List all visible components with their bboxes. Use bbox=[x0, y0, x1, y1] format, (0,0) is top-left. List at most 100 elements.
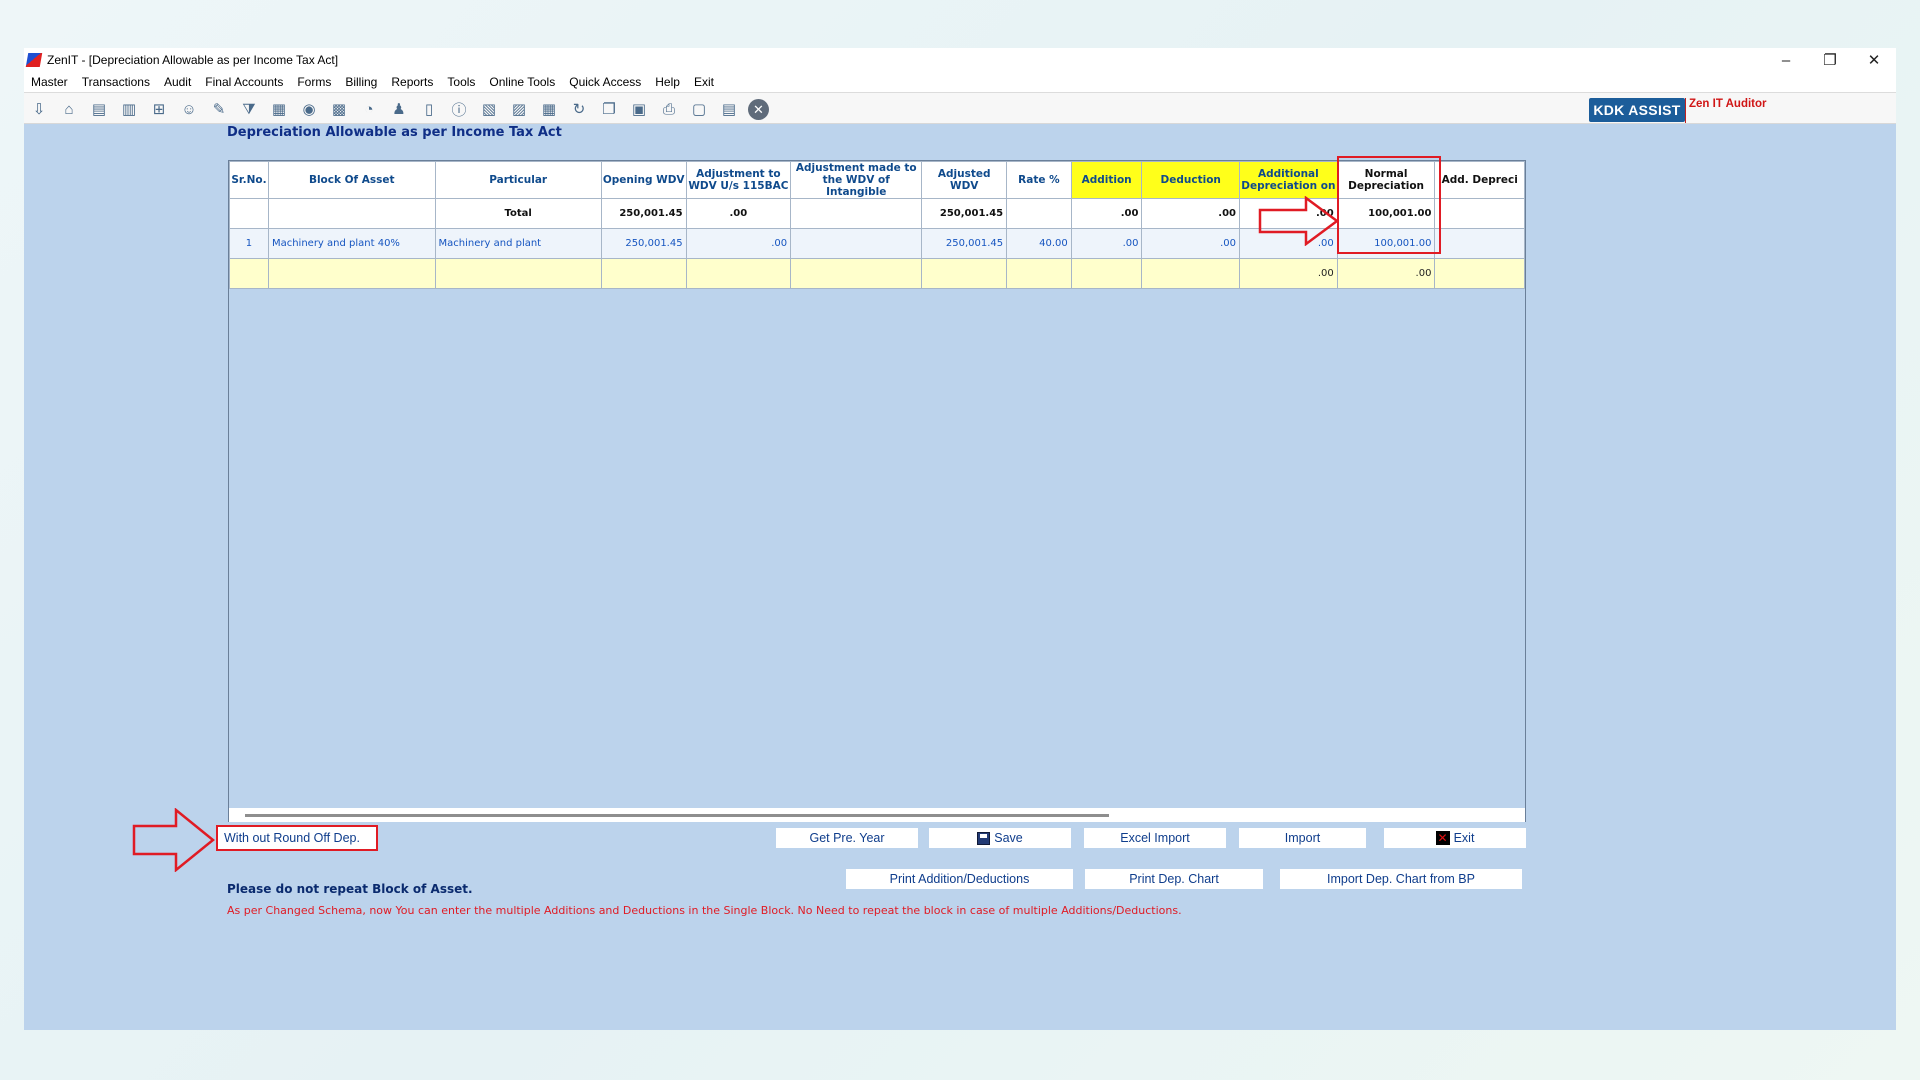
menu-reports[interactable]: Reports bbox=[384, 75, 440, 89]
import-dep-chart-from-bp-button[interactable]: Import Dep. Chart from BP bbox=[1280, 869, 1522, 889]
new-entry-cell[interactable] bbox=[434, 258, 602, 289]
without-round-off-dep-button[interactable]: With out Round Off Dep. bbox=[216, 825, 378, 851]
print-addition-deductions-button[interactable]: Print Addition/Deductions bbox=[846, 869, 1073, 889]
notes-icon[interactable]: ▨ bbox=[508, 98, 530, 120]
scrollbar-thumb[interactable] bbox=[245, 814, 1109, 817]
menu-online-tools[interactable]: Online Tools bbox=[482, 75, 562, 89]
row-adjustment-intangible[interactable] bbox=[790, 228, 923, 259]
col-header-particular[interactable]: Particular bbox=[434, 161, 602, 199]
menu-tools[interactable]: Tools bbox=[440, 75, 482, 89]
row-adjustment-115bac[interactable]: .00 bbox=[685, 228, 792, 259]
excel-import-button[interactable]: Excel Import bbox=[1084, 828, 1226, 848]
menu-final-accounts[interactable]: Final Accounts bbox=[198, 75, 290, 89]
app-window: ZenIT - [Depreciation Allowable as per I… bbox=[24, 48, 1896, 1030]
row-block-of-asset[interactable]: Machinery and plant 40% bbox=[267, 228, 436, 259]
menu-quick-access[interactable]: Quick Access bbox=[562, 75, 648, 89]
menu-master[interactable]: Master bbox=[24, 75, 75, 89]
row-add-depreciation[interactable] bbox=[1434, 228, 1525, 259]
import-icon[interactable]: ⇩ bbox=[28, 98, 50, 120]
pay-icon[interactable]: ♟ bbox=[388, 98, 410, 120]
get-pre-year-button[interactable]: Get Pre. Year bbox=[776, 828, 918, 848]
new-entry-cell[interactable] bbox=[1070, 258, 1143, 289]
new-entry-cell[interactable] bbox=[1141, 258, 1240, 289]
new-entry-cell[interactable] bbox=[229, 258, 269, 289]
new-entry-cell[interactable] bbox=[921, 258, 1008, 289]
col-header-sr-no[interactable]: Sr.No. bbox=[229, 161, 269, 199]
new-entry-cell[interactable] bbox=[790, 258, 923, 289]
print-dep-chart-button[interactable]: Print Dep. Chart bbox=[1085, 869, 1263, 889]
exit-button[interactable]: ✕ Exit bbox=[1384, 828, 1526, 848]
row-sr-no[interactable]: 1 bbox=[229, 228, 269, 259]
col-header-add-depreciation[interactable]: Add. Depreci bbox=[1434, 161, 1525, 199]
row-rate[interactable]: 40.00 bbox=[1006, 228, 1072, 259]
col-header-deduction[interactable]: Deduction bbox=[1141, 161, 1240, 199]
zenit-app-icon bbox=[25, 53, 43, 67]
tax-icon[interactable]: ▦ bbox=[268, 98, 290, 120]
col-header-block-of-asset[interactable]: Block Of Asset bbox=[267, 161, 436, 199]
row-opening-wdv[interactable]: 250,001.45 bbox=[600, 228, 687, 259]
bar-chart-icon[interactable]: ▥ bbox=[118, 98, 140, 120]
pen-icon[interactable]: ✎ bbox=[208, 98, 230, 120]
col-header-rate[interactable]: Rate % bbox=[1006, 161, 1072, 199]
menu-billing[interactable]: Billing bbox=[338, 75, 384, 89]
sco-icon[interactable]: ▢ bbox=[688, 98, 710, 120]
total-adjustment-115bac: .00 bbox=[685, 198, 792, 229]
pie-chart-icon[interactable]: ◔ bbox=[358, 98, 380, 120]
new-entry-cell[interactable] bbox=[1434, 258, 1525, 289]
col-header-addition[interactable]: Addition bbox=[1070, 161, 1143, 199]
new-entry-cell[interactable] bbox=[1006, 258, 1072, 289]
total-label: Total bbox=[434, 198, 602, 229]
ledger-icon[interactable]: ▤ bbox=[88, 98, 110, 120]
filter-icon[interactable]: ⧩ bbox=[238, 98, 260, 120]
col-header-opening-wdv[interactable]: Opening WDV bbox=[600, 161, 687, 199]
new-entry-row[interactable]: .00 .00 bbox=[229, 258, 1525, 289]
total-adjusted-wdv: 250,001.45 bbox=[921, 198, 1008, 229]
menu-forms[interactable]: Forms bbox=[290, 75, 338, 89]
new-entry-cell[interactable] bbox=[267, 258, 436, 289]
menu-help[interactable]: Help bbox=[648, 75, 687, 89]
document-icon[interactable]: ▤ bbox=[718, 98, 740, 120]
col-header-adjustment-115bac[interactable]: Adjustment to WDV U/s 115BAC bbox=[685, 161, 792, 199]
toolbar-icons: ⇩ ⌂ ▤ ▥ ⊞ ☺ ✎ ⧩ ▦ ◉ ▩ ◔ ♟ ▯ ⓘ ▧ ▨ ▦ ↻ ❐ ▣ ⎙ ▢ ▤ ✕ bbox=[28, 98, 769, 120]
close-button[interactable]: ✕ bbox=[1852, 48, 1896, 72]
info-icon[interactable]: ⓘ bbox=[448, 98, 470, 120]
col-header-adjusted-wdv[interactable]: Adjusted WDV bbox=[921, 161, 1008, 199]
group-icon[interactable]: ☺ bbox=[178, 98, 200, 120]
new-entry-normal-depreciation[interactable]: .00 bbox=[1336, 258, 1436, 289]
kdk-assist-button[interactable]: KDK ASSIST bbox=[1589, 98, 1685, 122]
total-cell bbox=[229, 198, 269, 229]
new-entry-cell[interactable] bbox=[685, 258, 792, 289]
row-deduction[interactable]: .00 bbox=[1141, 228, 1240, 259]
horizontal-scrollbar[interactable] bbox=[229, 808, 1525, 822]
menu-exit[interactable]: Exit bbox=[687, 75, 721, 89]
menu-bar: Master Transactions Audit Final Accounts… bbox=[24, 72, 1896, 92]
gift-icon[interactable]: ⊞ bbox=[148, 98, 170, 120]
exit-label: Exit bbox=[1453, 831, 1475, 845]
row-addition[interactable]: .00 bbox=[1070, 228, 1143, 259]
bs-icon[interactable]: ▣ bbox=[628, 98, 650, 120]
row-adjusted-wdv[interactable]: 250,001.45 bbox=[921, 228, 1008, 259]
new-entry-additional-depreciation[interactable]: .00 bbox=[1239, 258, 1338, 289]
menu-audit[interactable]: Audit bbox=[157, 75, 198, 89]
window-title: ZenIT - [Depreciation Allowable as per I… bbox=[47, 53, 339, 67]
new-entry-cell[interactable] bbox=[600, 258, 687, 289]
book-icon[interactable]: ▯ bbox=[418, 98, 440, 120]
print-icon[interactable]: ⎙ bbox=[658, 98, 680, 120]
minimize-button[interactable]: – bbox=[1764, 48, 1808, 72]
col-header-adjustment-intangible[interactable]: Adjustment made to the WDV of Intangible bbox=[790, 161, 923, 199]
copy-icon[interactable]: ❐ bbox=[598, 98, 620, 120]
save-label: Save bbox=[994, 831, 1023, 845]
coins-icon[interactable]: ◉ bbox=[298, 98, 320, 120]
import-button[interactable]: Import bbox=[1239, 828, 1366, 848]
restore-button[interactable]: ❐ bbox=[1808, 48, 1852, 72]
refresh-icon[interactable]: ↻ bbox=[568, 98, 590, 120]
calendar-icon[interactable]: ▦ bbox=[538, 98, 560, 120]
home-icon[interactable]: ⌂ bbox=[58, 98, 80, 120]
save-button[interactable]: Save bbox=[929, 828, 1071, 848]
menu-transactions[interactable]: Transactions bbox=[75, 75, 157, 89]
calculator-icon[interactable]: ▩ bbox=[328, 98, 350, 120]
row-particular[interactable]: Machinery and plant bbox=[434, 228, 602, 259]
report-icon[interactable]: ▧ bbox=[478, 98, 500, 120]
close-circle-icon[interactable]: ✕ bbox=[748, 99, 769, 120]
col-header-additional-depreciation[interactable]: Additional Depreciation on bbox=[1239, 161, 1338, 199]
